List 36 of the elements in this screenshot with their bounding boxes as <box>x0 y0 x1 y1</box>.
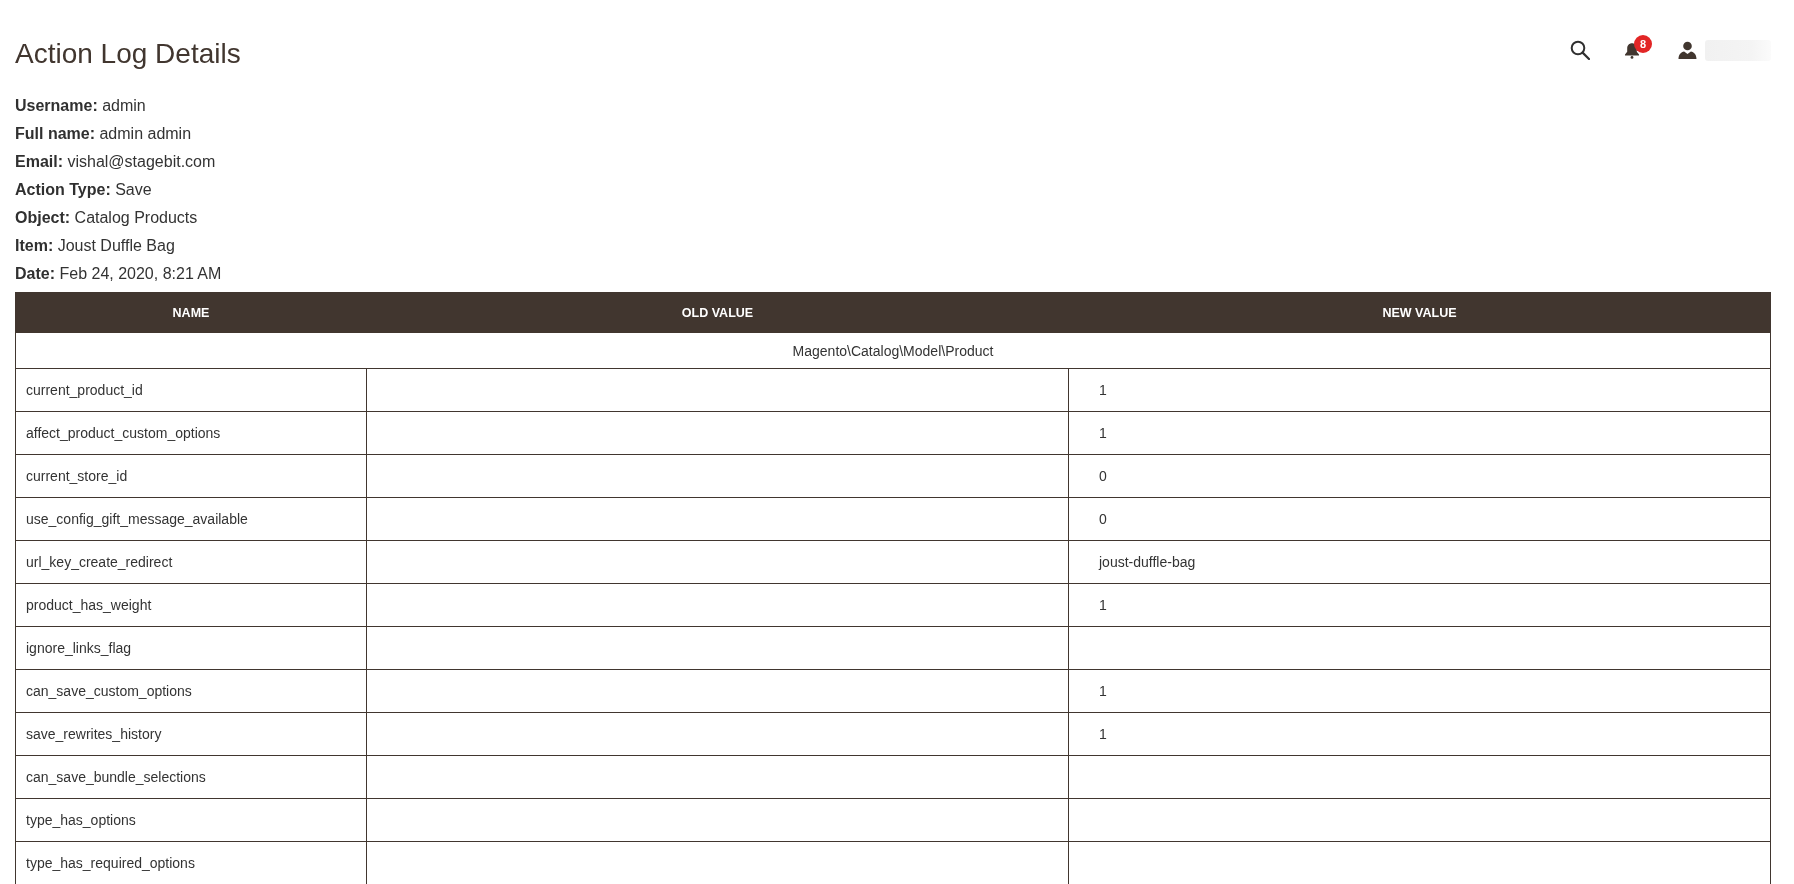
table-cell: url_key_create_redirect <box>15 540 367 584</box>
detail-line: Action Type: Save <box>15 180 153 200</box>
table-cell: save_rewrites_history <box>15 712 367 756</box>
detail-line: Date: Feb 24, 2020, 8:21 AM <box>15 264 223 284</box>
table-cell: 1 <box>1068 583 1771 627</box>
group-header-cell: Magento\Catalog\Model\Product <box>15 332 1771 369</box>
column-header: OLD VALUE <box>366 292 1069 333</box>
table-cell: can_save_custom_options <box>15 669 367 713</box>
detail-line: Item: Joust Duffle Bag <box>15 236 176 256</box>
table-cell: 1 <box>1068 411 1771 455</box>
detail-line: Full name: admin admin <box>15 124 193 144</box>
table-cell: 1 <box>1068 669 1771 713</box>
detail-line: Username: admin <box>15 96 147 116</box>
table-cell: 1 <box>1068 712 1771 756</box>
bell-icon[interactable] <box>1624 41 1640 59</box>
detail-line: Object: Catalog Products <box>15 208 199 228</box>
table-cell: current_product_id <box>15 368 367 412</box>
column-header: NAME <box>15 292 367 333</box>
table-cell: use_config_gift_message_available <box>15 497 367 541</box>
table-cell: 0 <box>1068 497 1771 541</box>
table-cell: can_save_bundle_selections <box>15 755 367 799</box>
table-cell: product_has_weight <box>15 583 367 627</box>
user-icon[interactable] <box>1678 41 1697 59</box>
table-cell: affect_product_custom_options <box>15 411 367 455</box>
column-header: NEW VALUE <box>1068 292 1771 333</box>
table-cell: ignore_links_flag <box>15 626 367 670</box>
table-cell: type_has_required_options <box>15 841 367 884</box>
table-cell: 1 <box>1068 368 1771 412</box>
table-cell: current_store_id <box>15 454 367 498</box>
notification-badge: 8 <box>1634 34 1652 53</box>
search-icon[interactable] <box>1570 40 1590 60</box>
table-cell: 0 <box>1068 454 1771 498</box>
detail-line: Email: vishal@stagebit.com <box>15 152 217 172</box>
page-title: Action Log Details <box>15 37 241 71</box>
table-cell: type_has_options <box>15 798 367 842</box>
table-cell: joust-duffle-bag <box>1068 540 1771 584</box>
